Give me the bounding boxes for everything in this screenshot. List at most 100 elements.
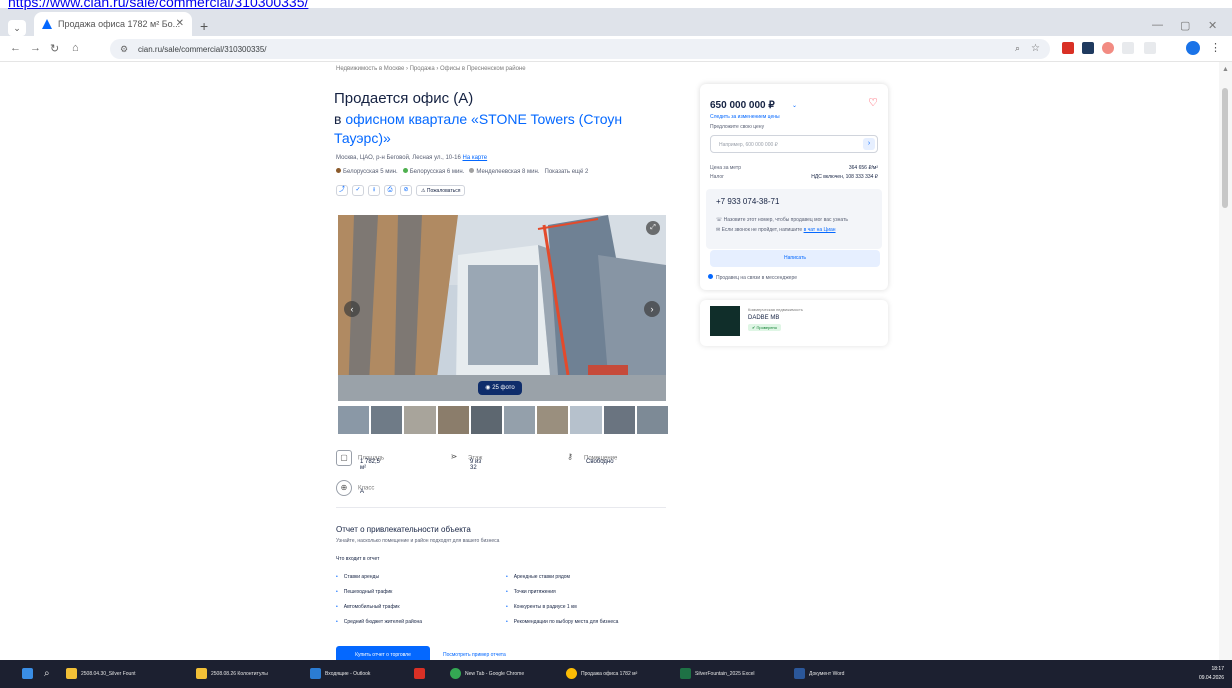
listing-subtitle: в офисном квартале «STONE Towers (Стоун … (334, 110, 674, 148)
page-scrollbar[interactable]: ▲ (1219, 62, 1232, 660)
thumbnail[interactable] (537, 406, 569, 434)
close-tab-icon[interactable]: ✕ (176, 18, 184, 29)
taskbar-item[interactable]: Документ Word (794, 667, 844, 681)
metro-station[interactable]: Белорусская 5 мин. (336, 168, 398, 175)
minimize-icon[interactable]: — (1152, 19, 1163, 31)
close-window-icon[interactable]: ✕ (1208, 19, 1217, 32)
metro-more-link[interactable]: Показать ещё 2 (545, 169, 589, 175)
divider (336, 507, 666, 508)
attractiveness-report: Отчет о привлекательности объекта Узнайт… (336, 525, 666, 625)
clock[interactable]: 18:17 09.04.2026 (1199, 665, 1224, 683)
address-text: Москва, ЦАО, р-н Беговой, Лесная ул., 10… (336, 155, 463, 161)
thumbnail[interactable] (470, 406, 503, 434)
favorite-heart-icon[interactable]: ♡ (868, 96, 878, 109)
profile-avatar[interactable] (1186, 41, 1200, 55)
taskbar-item[interactable] (414, 667, 429, 681)
back-icon[interactable]: ← (10, 42, 21, 54)
zoom-icon[interactable]: ⌕ (1015, 43, 1020, 54)
page-url-overlay[interactable]: https://www.cian.ru/sale/commercial/3103… (8, 0, 308, 10)
report-question: Что входит в отчет (336, 556, 380, 562)
bookmark-star-icon[interactable]: ☆ (1031, 43, 1040, 54)
price-card: 650 000 000 ₽ ⌄ ♡ Следить за изменением … (700, 84, 888, 290)
report-item: Арендные ставки рядом (506, 574, 666, 580)
compare-icon[interactable]: ✓ (352, 185, 364, 196)
report-button[interactable]: ⚠ Пожаловаться (416, 185, 466, 196)
start-button[interactable] (22, 667, 37, 681)
photo-gallery[interactable]: ‹ › ⤢ ◉ 25 фото (338, 215, 666, 401)
subtitle-prefix: в (334, 111, 346, 127)
taskbar-item[interactable]: New Tab - Google Chrome (450, 667, 524, 681)
extension-red-icon[interactable] (1062, 42, 1074, 54)
address-bar[interactable]: ⚙ cian.ru/sale/commercial/310300335/ ⌕ ☆ (110, 39, 1050, 59)
scroll-up-icon[interactable]: ▲ (1222, 66, 1229, 73)
folder-icon (196, 668, 207, 680)
tab-search-button[interactable]: ⌄ (8, 20, 26, 36)
hide-icon[interactable]: ⊘ (400, 185, 412, 196)
download-icon[interactable]: ⭳ (368, 185, 380, 196)
taskbar-item[interactable]: Продажа офиса 1782 м² (566, 667, 637, 681)
send-offer-icon[interactable]: › (863, 138, 875, 150)
offer-price-input[interactable]: Например, 600 000 000 ₽ › (710, 135, 878, 153)
extension-dark-icon[interactable] (1082, 42, 1094, 54)
scrollbar-thumb[interactable] (1222, 88, 1228, 208)
home-icon[interactable]: ⌂ (72, 42, 79, 54)
chat-link[interactable]: в чат на Циан (804, 227, 836, 233)
metro-station[interactable]: Белорусская 6 мин. (402, 168, 464, 175)
page-title: Продается офис (А) (334, 90, 474, 107)
new-tab-button[interactable]: + (200, 18, 208, 34)
taskbar-item[interactable]: Входящие - Outlook (310, 667, 370, 681)
site-info-icon[interactable]: ⚙ (120, 44, 128, 55)
fullscreen-icon[interactable]: ⤢ (646, 221, 660, 235)
share-icon[interactable]: ⤴ (336, 185, 348, 196)
address: Москва, ЦАО, р-н Беговой, Лесная ул., 10… (336, 155, 487, 161)
seller-status: Продавец на связи в мессенджере (708, 274, 797, 281)
thumbnail[interactable] (570, 406, 602, 434)
report-item: Точки притяжения (506, 589, 666, 595)
agent-logo (710, 306, 740, 336)
write-button[interactable]: Написать (710, 250, 880, 267)
metro-line-icon (469, 168, 475, 173)
complex-link[interactable]: офисном квартале «STONE Towers (Стоун Та… (334, 111, 622, 146)
print-icon[interactable]: ⎙ (384, 185, 396, 196)
gallery-prev-icon[interactable]: ‹ (344, 301, 360, 317)
breadcrumb[interactable]: Недвижимость в Москве › Продажа › Офисы … (336, 66, 526, 72)
area-icon: ▢ (336, 450, 352, 466)
floor-icon: ⋗ (450, 452, 458, 461)
metro-line-icon (402, 168, 408, 173)
verified-badge: ✔ Проверено (748, 324, 781, 331)
maximize-icon[interactable]: ▢ (1180, 19, 1190, 32)
map-link[interactable]: На карте (462, 155, 487, 161)
agent-name[interactable]: DADBE MB (748, 315, 779, 321)
taskbar-item[interactable]: 2508.04.30_Silver Fount (66, 667, 135, 681)
spec-row: Цена за метр 364 656 ₽/м² (710, 165, 878, 171)
thumbnail[interactable] (636, 406, 669, 434)
taskbar-item[interactable]: SilverFountain_2025 Excel (680, 667, 754, 681)
taskbar-item[interactable]: 2508.08.26 Колонтитулы (196, 667, 268, 681)
forward-icon[interactable]: → (30, 42, 41, 54)
price-dropdown-icon[interactable]: ⌄ (792, 102, 797, 109)
metro-station[interactable]: Менделеевская 8 мин. (469, 168, 540, 175)
report-subtitle: Узнайте, насколько помещение и район под… (336, 538, 500, 544)
agent-card[interactable]: Коммерческая недвижимость DADBE MB ✔ Про… (700, 300, 888, 346)
thumbnail[interactable] (338, 406, 370, 434)
report-items: Ставки аренды Арендные ставки рядом Пеше… (336, 574, 666, 625)
gallery-next-icon[interactable]: › (644, 301, 660, 317)
downloads-icon[interactable] (1144, 42, 1156, 54)
thumbnail[interactable] (603, 406, 635, 434)
report-item: Конкуренты в радиусе 1 км (506, 604, 666, 610)
thumbnail[interactable] (437, 406, 469, 434)
thumbnail[interactable] (371, 406, 403, 434)
reload-icon[interactable]: ↻ (50, 42, 59, 55)
price-watch-link[interactable]: Следить за изменением цены (710, 114, 780, 120)
extension-puzzle-icon[interactable] (1122, 42, 1134, 54)
thumbnail[interactable] (504, 406, 536, 434)
sample-report-link[interactable]: Посмотреть пример отчета (443, 652, 506, 658)
extension-pocket-icon[interactable] (1102, 42, 1114, 54)
browser-tab[interactable]: Продажа офиса 1782 м² Бо... ✕ (34, 12, 192, 36)
clock-time: 18:17 (1211, 666, 1224, 672)
phone-number[interactable]: +7 933 074-38-71 (716, 197, 779, 206)
search-icon[interactable]: ⌕ (44, 667, 50, 681)
thumbnail[interactable] (404, 406, 436, 434)
photo-count-button[interactable]: ◉ 25 фото (478, 381, 522, 395)
browser-menu-icon[interactable]: ⋮ (1210, 41, 1221, 54)
